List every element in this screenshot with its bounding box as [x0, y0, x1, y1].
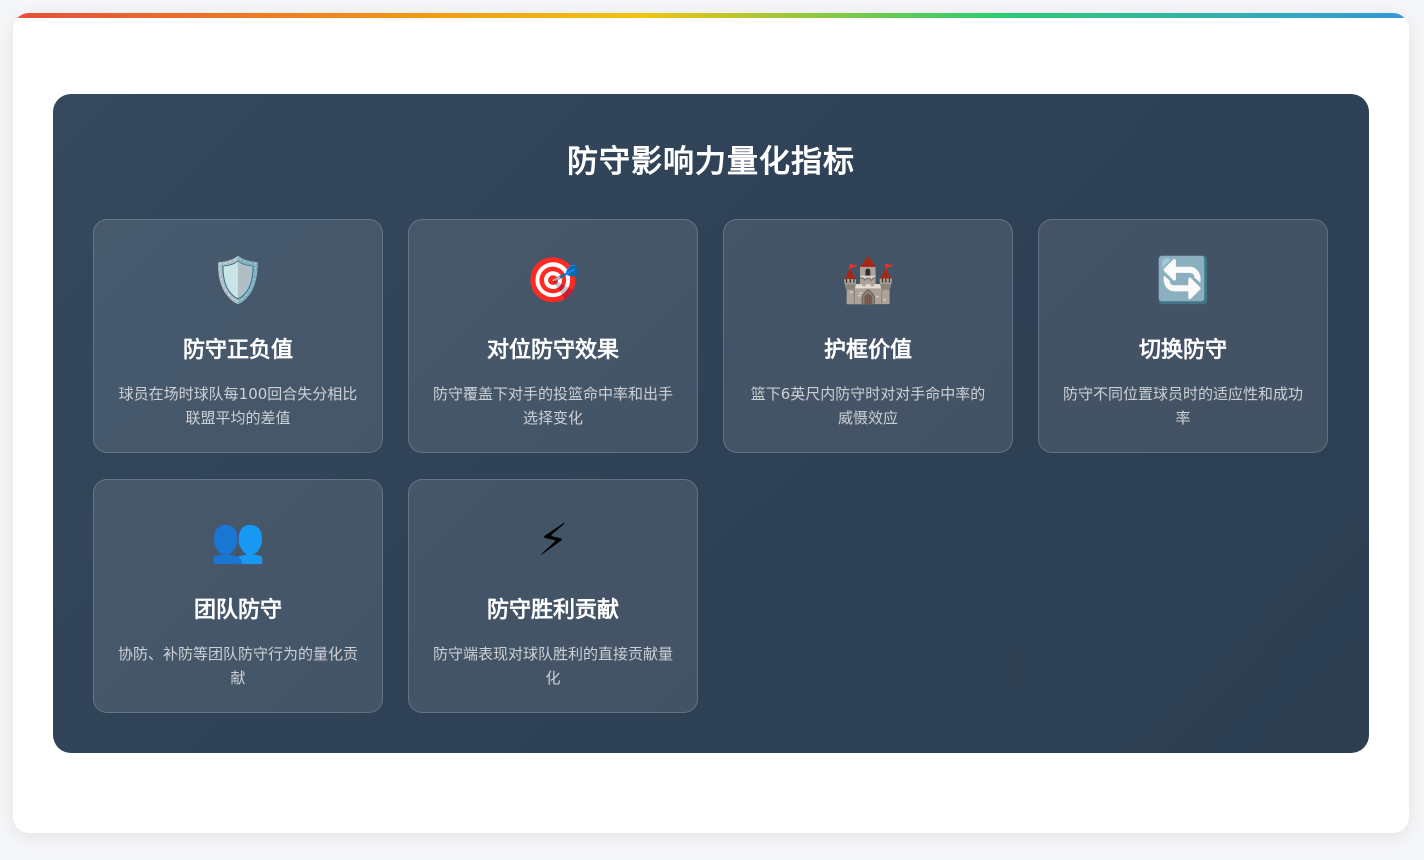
metric-description: 防守不同位置球员时的适应性和成功率 — [1062, 385, 1303, 427]
metric-card-defensive-plus-minus: 🛡️ 防守正负值 球员在场时球队每100回合失分相比联盟平均的差值 — [93, 219, 383, 453]
metric-title: 防守胜利贡献 — [486, 598, 619, 623]
metric-description: 协防、补防等团队防守行为的量化贡献 — [117, 645, 358, 687]
metric-card-matchup-defense: 🎯 对位防守效果 防守覆盖下对手的投篮命中率和出手选择变化 — [408, 219, 698, 453]
castle-icon: 🏰 — [840, 255, 896, 306]
metrics-panel: 防守影响力量化指标 🛡️ 防守正负值 球员在场时球队每100回合失分相比联盟平均… — [53, 94, 1369, 753]
shield-icon: 🛡️ — [210, 255, 266, 306]
metric-card-defensive-win-shares: ⚡ 防守胜利贡献 防守端表现对球队胜利的直接贡献量化 — [408, 479, 698, 713]
switch-arrows-icon: 🔄 — [1155, 255, 1211, 306]
page-card: 防守影响力量化指标 🛡️ 防守正负值 球员在场时球队每100回合失分相比联盟平均… — [13, 13, 1409, 833]
metric-card-rim-protection: 🏰 护框价值 篮下6英尺内防守时对对手命中率的威慑效应 — [723, 219, 1013, 453]
metric-title: 防守正负值 — [182, 338, 293, 363]
team-icon: 👥 — [210, 515, 266, 566]
lightning-icon: ⚡ — [537, 515, 569, 566]
metrics-grid: 🛡️ 防守正负值 球员在场时球队每100回合失分相比联盟平均的差值 🎯 对位防守… — [93, 219, 1329, 713]
metric-description: 防守端表现对球队胜利的直接贡献量化 — [432, 645, 673, 687]
metric-title: 切换防守 — [1138, 338, 1227, 363]
metric-card-team-defense: 👥 团队防守 协防、补防等团队防守行为的量化贡献 — [93, 479, 383, 713]
metric-description: 篮下6英尺内防守时对对手命中率的威慑效应 — [750, 385, 986, 427]
target-icon: 🎯 — [525, 255, 581, 306]
metric-description: 球员在场时球队每100回合失分相比联盟平均的差值 — [118, 385, 358, 427]
metric-title: 对位防守效果 — [486, 338, 619, 363]
metric-title: 护框价值 — [823, 338, 912, 363]
metric-card-switch-defense: 🔄 切换防守 防守不同位置球员时的适应性和成功率 — [1038, 219, 1328, 453]
accent-bar — [13, 13, 1409, 18]
panel-title: 防守影响力量化指标 — [567, 144, 855, 180]
metric-description: 防守覆盖下对手的投篮命中率和出手选择变化 — [432, 385, 673, 427]
metric-title: 团队防守 — [193, 598, 282, 623]
